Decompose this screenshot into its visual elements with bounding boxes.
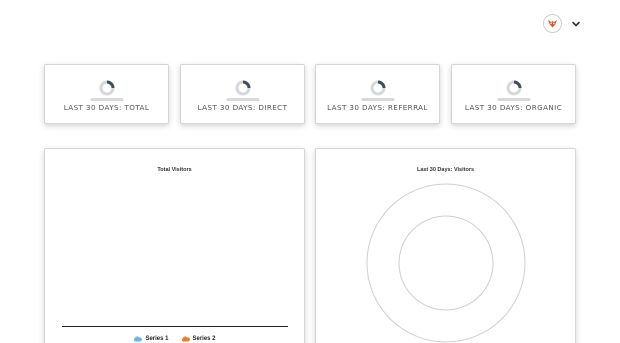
donut-inner-ring — [398, 215, 494, 311]
stat-placeholder-bar — [90, 98, 123, 101]
chart-legend: Series 1 Series 2 — [45, 336, 304, 342]
loading-spinner-icon — [235, 80, 250, 96]
legend-label: Series 1 — [145, 336, 169, 342]
user-avatar[interactable] — [543, 14, 562, 33]
legend-item-series-1[interactable]: Series 1 — [133, 336, 169, 342]
cloud-icon — [134, 336, 143, 342]
empty-donut-chart — [366, 183, 526, 343]
loading-spinner-icon — [370, 80, 385, 96]
loading-spinner-icon — [99, 80, 114, 96]
cloud-icon — [181, 336, 190, 342]
legend-item-series-2[interactable]: Series 2 — [181, 336, 216, 342]
stat-label: LAST 30 DAYS: DIRECT — [197, 103, 288, 112]
stat-placeholder-bar — [226, 98, 259, 101]
stat-card-referral[interactable]: LAST 30 DAYS: REFERRAL — [315, 64, 440, 124]
top-bar — [0, 0, 620, 48]
last-30-days-visitors-panel: Last 30 Days: Visitors — [315, 148, 576, 343]
x-axis-line — [62, 326, 288, 327]
legend-label: Series 2 — [192, 336, 216, 342]
stat-card-direct[interactable]: LAST 30 DAYS: DIRECT — [180, 64, 305, 124]
loading-spinner-icon — [506, 80, 521, 96]
chevron-down-icon[interactable] — [570, 18, 582, 30]
fox-logo-icon — [548, 20, 557, 28]
stat-label: LAST 30 DAYS: REFERRAL — [327, 103, 428, 112]
stat-placeholder-bar — [361, 98, 394, 101]
total-visitors-panel: Total Visitors Series 1 Series 2 — [44, 148, 305, 343]
stat-label: LAST 30 DAYS: ORGANIC — [464, 103, 563, 112]
stat-card-organic[interactable]: LAST 30 DAYS: ORGANIC — [451, 64, 576, 124]
stat-card-total[interactable]: LAST 30 DAYS: TOTAL — [44, 64, 169, 124]
panel-title: Total Visitors — [157, 167, 192, 173]
donut-outer-ring — [366, 183, 526, 343]
panel-title: Last 30 Days: Visitors — [416, 167, 475, 173]
stat-placeholder-bar — [497, 98, 530, 101]
stat-label: LAST 30 DAYS: TOTAL — [63, 103, 150, 112]
